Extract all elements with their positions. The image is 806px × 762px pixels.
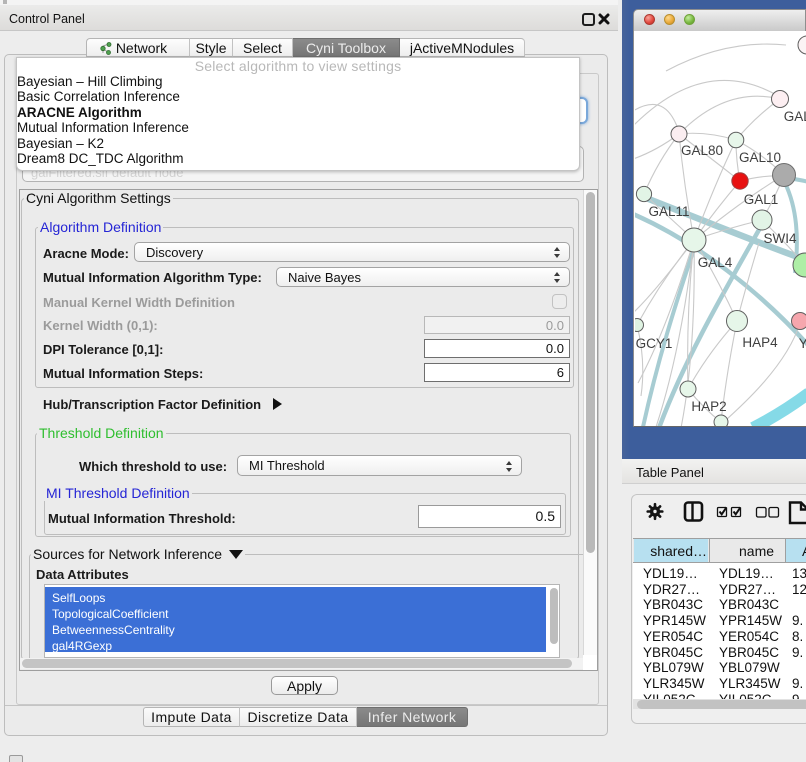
svg-text:GAL7: GAL7 [784,109,806,124]
svg-text:GAL4: GAL4 [698,255,733,270]
svg-text:GAL11: GAL11 [648,204,689,219]
svg-text:HAP2: HAP2 [691,399,726,414]
svg-text:GAL80: GAL80 [681,143,723,158]
svg-text:YL: YL [799,336,806,351]
svg-text:GCY1: GCY1 [636,336,673,351]
svg-text:HAP4: HAP4 [742,335,778,350]
svg-text:SWI4: SWI4 [763,231,796,246]
svg-text:GAL1: GAL1 [744,192,779,207]
svg-text:GAL10: GAL10 [739,150,781,165]
